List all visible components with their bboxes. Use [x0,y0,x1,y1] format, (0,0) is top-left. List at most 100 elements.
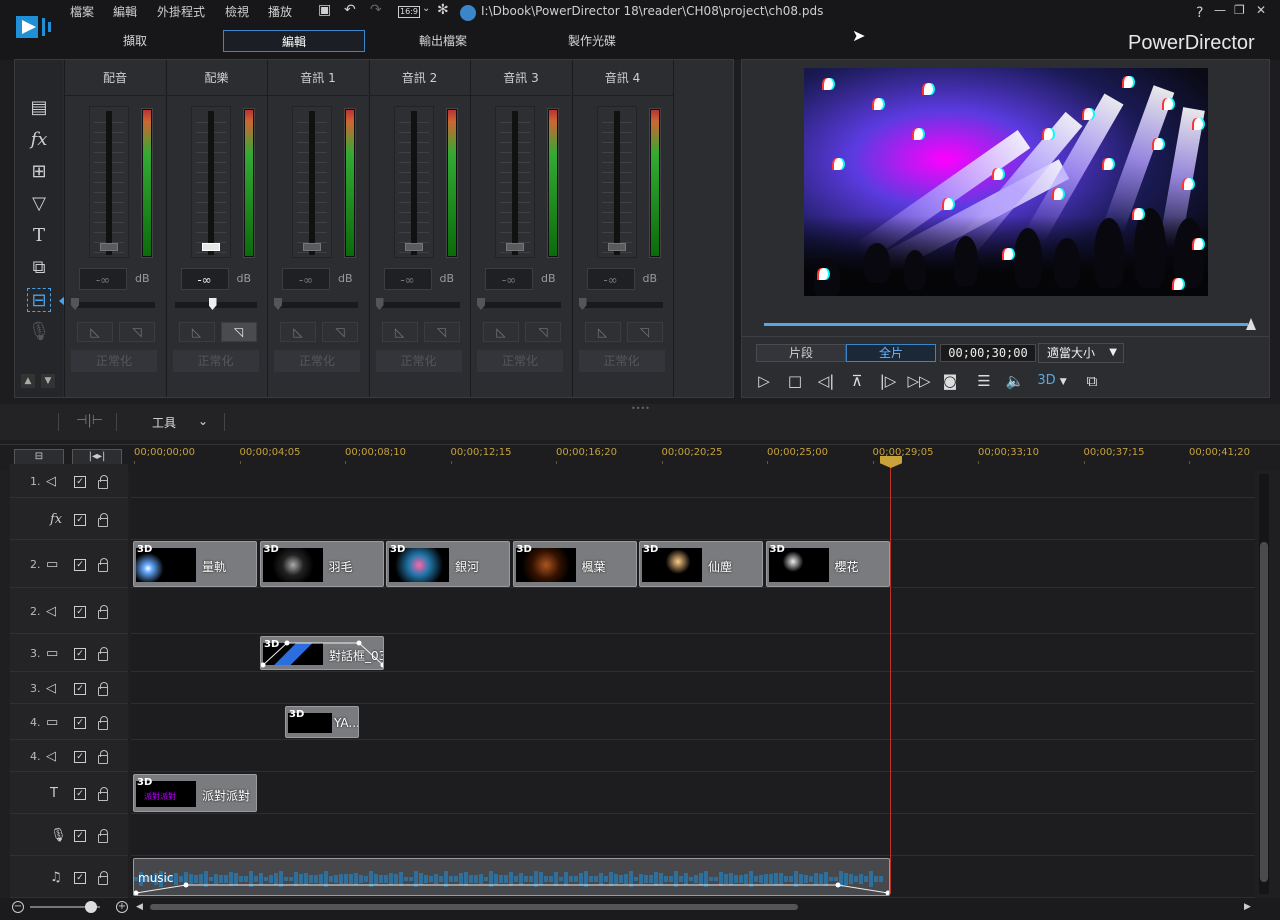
track-lock-icon[interactable] [98,682,108,696]
track-3-audio-lane[interactable] [131,672,1255,704]
vertical-scroll-thumb[interactable] [1260,542,1268,882]
account-icon[interactable] [460,5,476,21]
audio-mixing-room-icon[interactable]: ⊟ [27,288,51,312]
menu-view[interactable]: 檢視 [225,3,249,20]
scroll-down-button[interactable]: ▼ [41,374,55,388]
undo-icon[interactable]: ↶ [344,2,356,18]
pan-slider[interactable] [578,298,663,310]
stop-icon[interactable]: □ [783,370,807,392]
fade-out-button[interactable]: ◹ [525,322,561,342]
track-enable-checkbox[interactable]: ✓ [74,514,86,526]
normalize-button[interactable]: 正常化 [172,350,259,372]
fader-knob[interactable] [607,243,626,251]
track-enable-checkbox[interactable]: ✓ [74,476,86,488]
tab-capture[interactable]: 擷取 [64,30,206,52]
track-lock-icon[interactable] [98,787,108,801]
normalize-button[interactable]: 正常化 [71,350,157,372]
music-clip[interactable]: music [133,858,890,896]
track-lock-icon[interactable] [98,513,108,527]
scroll-up-button[interactable]: ▲ [21,374,35,388]
db-value-input[interactable]: -∞ [282,268,330,290]
pan-slider[interactable] [274,298,358,310]
zoom-fit-select[interactable]: 適當大小 ▼ [1038,343,1124,363]
pan-knob[interactable] [578,298,587,310]
redo-icon[interactable]: ↷ [370,2,382,18]
db-value-input[interactable]: -∞ [383,268,432,290]
aspect-ratio-button[interactable]: 16:9 [398,6,420,18]
tab-produce[interactable]: 輸出檔案 [372,30,514,52]
track-fx-lane[interactable] [131,498,1255,540]
track-lock-icon[interactable] [98,716,108,730]
normalize-button[interactable]: 正常化 [477,350,563,372]
horizontal-scroll-thumb[interactable] [150,904,798,910]
close-button[interactable]: ✕ [1256,3,1266,17]
settings-gear-icon[interactable]: ✻ [437,2,449,18]
menu-edit[interactable]: 編輯 [113,3,137,20]
normalize-button[interactable]: 正常化 [274,350,360,372]
track-enable-checkbox[interactable]: ✓ [74,751,86,763]
fx-room-icon[interactable]: fx [27,128,51,152]
db-value-input[interactable]: -∞ [586,268,635,290]
fade-in-button[interactable]: ◺ [178,322,215,342]
split-icon[interactable]: ⊼ [845,370,869,392]
split-clip-icon[interactable]: ⊣|⊢ [76,413,103,428]
fader-knob[interactable] [506,243,524,251]
track-enable-checkbox[interactable]: ✓ [74,683,86,695]
track-lock-icon[interactable] [98,871,108,885]
3d-mode-button[interactable]: 3D ▼ [1034,370,1070,392]
volume-fader[interactable] [89,106,129,258]
play-icon[interactable]: ▷ [752,370,776,392]
particle-room-icon[interactable]: ▽ [27,192,51,216]
track-lock-icon[interactable] [98,829,108,843]
track-enable-checkbox[interactable]: ✓ [74,830,86,842]
help-button[interactable]: ? [1196,5,1203,21]
pan-knob[interactable] [375,298,384,310]
volume-fader[interactable] [596,106,637,258]
fade-in-button[interactable]: ◺ [280,322,316,342]
db-value-input[interactable]: -∞ [485,268,533,290]
volume-fader[interactable] [393,106,434,258]
voiceover-room-icon[interactable]: 🎙 [27,320,51,344]
volume-envelope[interactable] [134,859,890,896]
fade-out-button[interactable]: ◹ [220,322,257,342]
fade-out-button[interactable]: ◹ [119,322,155,342]
tab-create-disc[interactable]: 製作光碟 [521,30,663,52]
track-enable-checkbox[interactable]: ✓ [74,717,86,729]
splitter-handle[interactable]: •••• [631,404,650,413]
pan-knob[interactable] [208,298,217,310]
pan-knob[interactable] [274,298,282,310]
restore-button[interactable]: ❐ [1234,3,1245,17]
track-lock-icon[interactable] [98,605,108,619]
fade-in-button[interactable]: ◺ [381,322,418,342]
track-manager-button[interactable]: ⊟ [14,449,64,465]
fit-timeline-button[interactable]: |◂▸| [72,449,122,465]
menu-file[interactable]: 檔案 [70,3,94,20]
fader-knob[interactable] [303,243,321,251]
dialog-clip[interactable]: 3D 對話框_03 [260,636,384,670]
video-clip[interactable]: 3D 銀河 [386,541,510,587]
playhead-line[interactable] [890,462,891,894]
scroll-right-icon[interactable]: ▶ [1244,902,1251,912]
track-1-audio-lane[interactable] [131,464,1255,498]
normalize-button[interactable]: 正常化 [375,350,462,372]
db-value-input[interactable]: -∞ [180,268,229,290]
track-4-audio-lane[interactable] [131,740,1255,772]
video-clip[interactable]: 3D 量軌 [133,541,257,587]
tools-menu-label[interactable]: 工具 [152,414,176,431]
fade-out-button[interactable]: ◹ [626,322,663,342]
next-frame-icon[interactable]: |▷ [876,370,900,392]
voice-track-lane[interactable] [131,814,1255,856]
menu-plugins[interactable]: 外掛程式 [157,3,205,20]
track-enable-checkbox[interactable]: ✓ [74,872,86,884]
menu-play[interactable]: 播放 [268,3,292,20]
save-icon[interactable]: ▣ [318,2,331,18]
fade-in-button[interactable]: ◺ [77,322,113,342]
volume-fader[interactable] [190,106,231,258]
pan-knob[interactable] [71,298,79,310]
zoom-slider-handle[interactable] [85,901,97,913]
fader-knob[interactable] [100,243,118,251]
title-room-icon[interactable]: T [27,224,51,248]
pip-room-icon[interactable]: ⊞ [27,160,51,184]
track-2-audio-lane[interactable] [131,588,1255,634]
track-lock-icon[interactable] [98,750,108,764]
